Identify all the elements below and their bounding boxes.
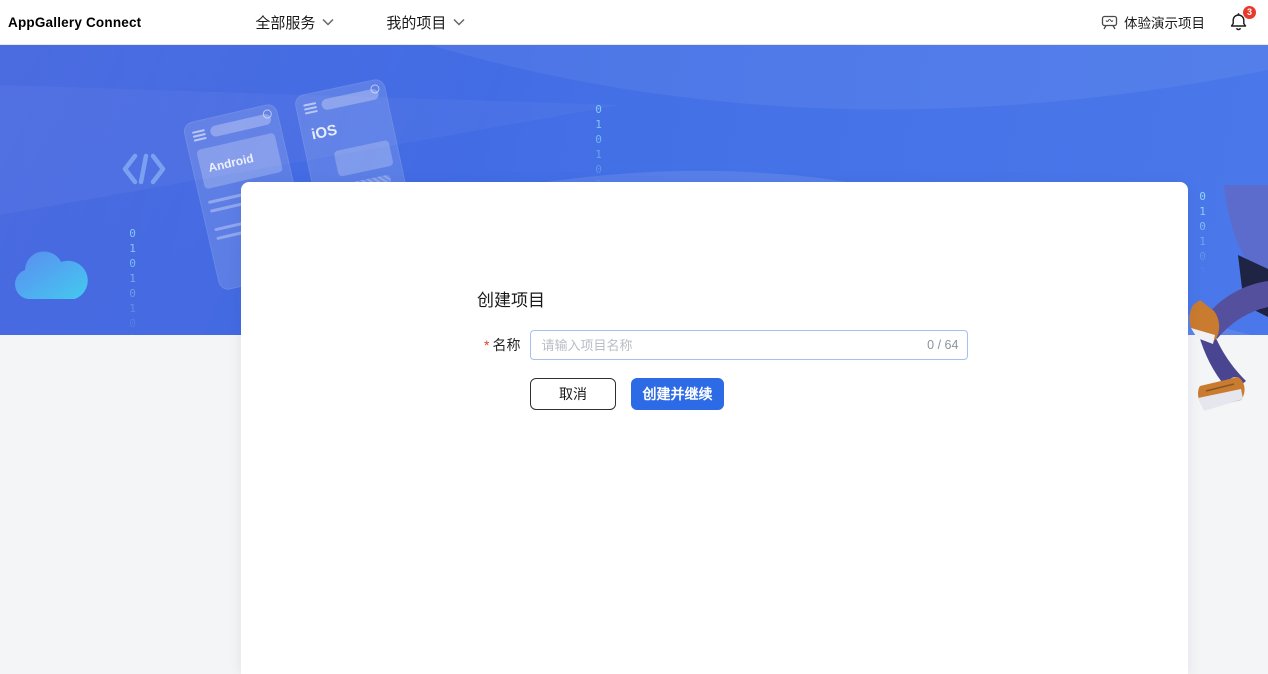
page-title: 创建项目: [477, 291, 545, 310]
all-services-label: 全部服务: [255, 14, 316, 32]
demo-project-label: 体验演示项目: [1124, 16, 1205, 31]
magnifier-icon: [261, 108, 273, 120]
decor-block: [333, 139, 394, 177]
dialog-actions: 取消 创建并继续: [530, 378, 724, 410]
hamburger-icon: [191, 128, 207, 142]
project-name-input[interactable]: [530, 330, 969, 360]
appgallery-connect-screen: 010101010101010 010101010101010 01010101…: [0, 0, 1268, 674]
required-asterisk: *: [484, 337, 490, 353]
android-label: Android: [196, 132, 284, 190]
chevron-down-icon: [322, 18, 334, 26]
create-project-card: 创建项目 * 名称 0 / 64 取消 创建并继续: [241, 182, 1188, 674]
binary-decoration: 010101010101010: [126, 227, 139, 335]
notification-badge: 3: [1243, 6, 1256, 19]
hamburger-icon: [303, 101, 318, 115]
project-name-form-row: * 名称 0 / 64: [484, 330, 969, 360]
presentation-board-icon: [1101, 15, 1118, 29]
top-navbar: AppGallery Connect 全部服务 我的项目 体验演示项目 3: [0, 0, 1268, 45]
appgallery-connect-logo[interactable]: AppGallery Connect: [8, 15, 141, 30]
code-brackets-icon: [122, 153, 166, 185]
search-bar-shape: [320, 83, 381, 111]
my-projects-label: 我的项目: [386, 14, 447, 32]
project-name-input-wrap: 0 / 64: [530, 330, 969, 360]
notifications-button[interactable]: 3: [1229, 6, 1256, 32]
cloud-icon: [15, 251, 88, 299]
cancel-button[interactable]: 取消: [530, 378, 616, 410]
create-and-continue-button[interactable]: 创建并继续: [631, 378, 724, 410]
person-illustration: [1189, 185, 1268, 411]
magnifier-icon: [369, 83, 381, 95]
ios-label: iOS: [309, 120, 339, 143]
chevron-down-icon: [453, 18, 465, 26]
my-projects-menu[interactable]: 我的项目: [386, 12, 465, 33]
demo-project-link[interactable]: 体验演示项目: [1101, 12, 1205, 32]
navbar-right: 体验演示项目 3: [1101, 6, 1268, 32]
all-services-menu[interactable]: 全部服务: [255, 12, 334, 33]
name-field-label: 名称: [492, 337, 521, 353]
char-counter: 0 / 64: [927, 338, 959, 352]
